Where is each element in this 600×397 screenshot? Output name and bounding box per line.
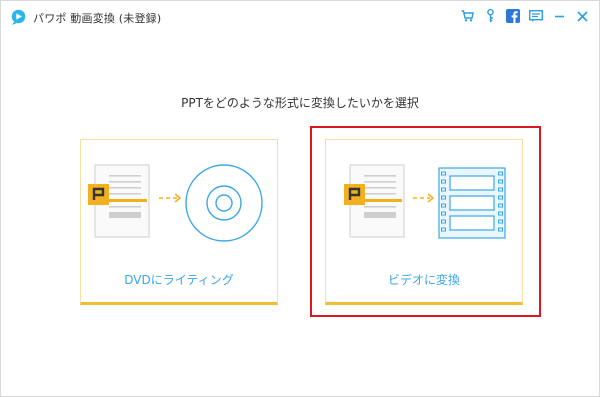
- film-strip-icon: [438, 167, 506, 239]
- dvd-disc-icon: [185, 164, 263, 242]
- burn-dvd-label: DVDにライティング: [124, 273, 234, 287]
- ppt-document-icon: [88, 164, 150, 238]
- burn-dvd-option[interactable]: DVDにライティング: [80, 139, 278, 305]
- arrow-right-icon: [413, 193, 435, 203]
- app-title: パワポ 動画変換 (未登録): [33, 12, 162, 25]
- choose-format-prompt: PPTをどのような形式に変換したいかを選択: [181, 96, 419, 110]
- facebook-icon[interactable]: [506, 8, 520, 24]
- app-logo-icon: [11, 9, 26, 25]
- arrow-right-icon: [159, 193, 182, 203]
- cart-icon[interactable]: [460, 8, 474, 24]
- ppt-to-dvd-illustration: [88, 164, 263, 242]
- close-icon[interactable]: [575, 8, 589, 24]
- minimize-icon[interactable]: [552, 8, 566, 24]
- title-bar: パワポ 動画変換 (未登録): [1, 1, 599, 33]
- title-bar-actions: [460, 8, 589, 24]
- convert-video-label: ビデオに変換: [387, 273, 460, 287]
- convert-video-option[interactable]: ビデオに変換: [325, 139, 523, 305]
- ppt-to-video-illustration: [344, 164, 506, 239]
- ppt-document-icon: [344, 164, 405, 238]
- key-icon[interactable]: [483, 8, 497, 24]
- app-window: パワポ 動画変換 (未登録) PPTをどのような形式に変換したいかを選択 DVD…: [0, 0, 600, 397]
- feedback-icon[interactable]: [529, 8, 543, 24]
